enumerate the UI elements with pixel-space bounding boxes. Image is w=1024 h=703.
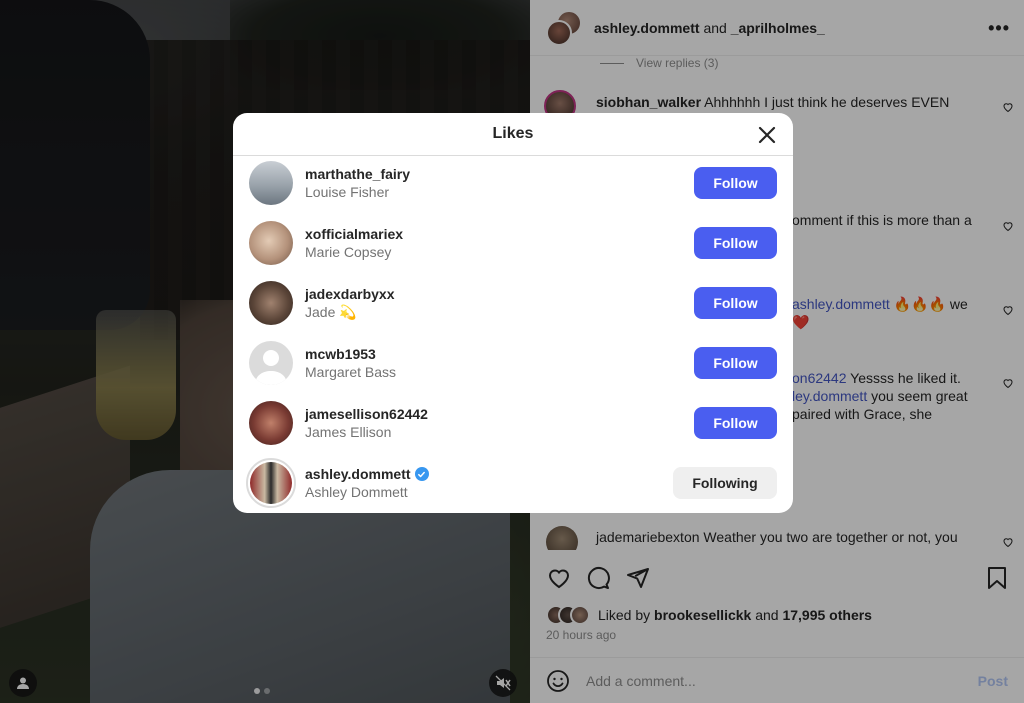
like-row: xofficialmariex Marie Copsey Follow xyxy=(233,213,793,273)
like-fullname: Marie Copsey xyxy=(305,244,392,260)
follow-button[interactable]: Follow xyxy=(694,287,777,319)
avatar[interactable] xyxy=(249,341,293,385)
like-username[interactable]: jadexdarbyxx xyxy=(305,286,395,302)
like-username[interactable]: xofficialmariex xyxy=(305,226,403,242)
like-row: jadexdarbyxx Jade 💫 Follow xyxy=(233,273,793,333)
like-row: marthathe_fairy Louise Fisher Follow xyxy=(233,153,793,213)
like-fullname: Louise Fisher xyxy=(305,184,390,200)
close-icon xyxy=(758,126,776,144)
like-fullname: James Ellison xyxy=(305,424,392,440)
like-username[interactable]: jamesellison62442 xyxy=(305,406,428,422)
like-fullname: Margaret Bass xyxy=(305,364,397,380)
like-username[interactable]: mcwb1953 xyxy=(305,346,396,362)
avatar[interactable] xyxy=(249,401,293,445)
like-row: jamesellison62442 James Ellison Follow xyxy=(233,393,793,453)
like-user-info: ashley.dommett Ashley Dommett xyxy=(305,466,429,500)
close-button[interactable] xyxy=(755,123,779,147)
follow-button[interactable]: Follow xyxy=(694,347,777,379)
verified-badge-icon xyxy=(414,467,429,481)
like-row: mcwb1953 Margaret Bass Follow xyxy=(233,333,793,393)
like-user-info: xofficialmariex Marie Copsey xyxy=(305,226,403,260)
avatar[interactable] xyxy=(246,458,296,508)
like-user-info: marthathe_fairy Louise Fisher xyxy=(305,166,410,200)
follow-button[interactable]: Follow xyxy=(694,227,777,259)
default-avatar-icon xyxy=(255,350,287,385)
avatar[interactable] xyxy=(249,161,293,205)
like-username-row: ashley.dommett xyxy=(305,466,429,482)
like-row: ashley.dommett Ashley Dommett Following xyxy=(233,453,793,513)
likes-list[interactable]: marthathe_fairy Louise Fisher Follow xof… xyxy=(233,153,793,513)
like-user-info: mcwb1953 Margaret Bass xyxy=(305,346,396,380)
following-button[interactable]: Following xyxy=(673,467,777,499)
avatar[interactable] xyxy=(249,221,293,265)
like-username[interactable]: ashley.dommett xyxy=(305,466,411,482)
like-fullname: Jade 💫 xyxy=(305,303,357,320)
likes-dialog-title: Likes xyxy=(492,125,534,142)
avatar-image xyxy=(250,462,292,504)
like-fullname: Ashley Dommett xyxy=(305,484,408,500)
like-user-info: jadexdarbyxx Jade 💫 xyxy=(305,286,395,321)
like-username[interactable]: marthathe_fairy xyxy=(305,166,410,182)
likes-dialog-header: Likes xyxy=(233,113,793,156)
follow-button[interactable]: Follow xyxy=(694,167,777,199)
avatar[interactable] xyxy=(249,281,293,325)
likes-dialog: Likes marthathe_fairy Louise Fisher Foll… xyxy=(233,113,793,513)
follow-button[interactable]: Follow xyxy=(694,407,777,439)
like-user-info: jamesellison62442 James Ellison xyxy=(305,406,428,440)
